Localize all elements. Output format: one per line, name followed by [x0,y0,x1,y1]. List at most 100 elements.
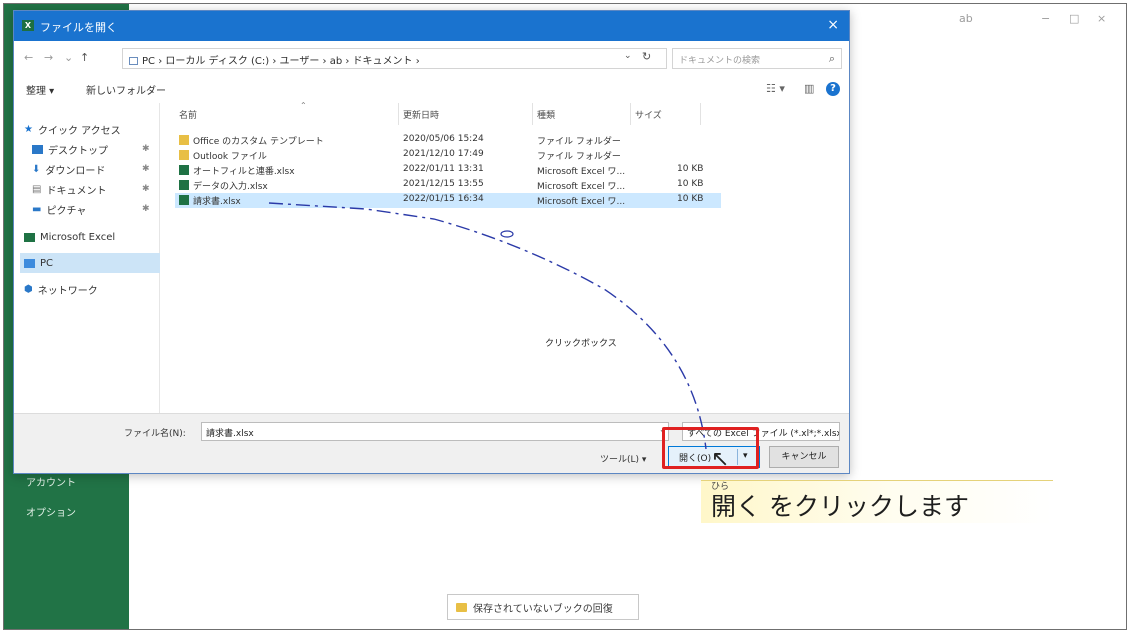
file-type: Microsoft Excel ワ... [537,182,626,192]
sidebar-item-pc[interactable]: PC [20,253,160,273]
filename-input[interactable]: 請求書.xlsx [201,422,669,441]
folder-icon [179,135,189,145]
file-name: オートフィルと連番.xlsx [193,167,295,177]
file-name: Outlook ファイル [193,152,267,162]
file-size: 10 KB [677,194,704,204]
minimize-icon[interactable]: − [1041,12,1050,25]
search-input[interactable]: ドキュメントの検索 ⌕ [672,48,842,69]
sidebar-item-label: デスクトップ [48,145,108,157]
cancel-button[interactable]: キャンセル [769,446,839,468]
sidebar-item-label: ピクチャ [46,205,87,217]
navigation-pane: ★ クイック アクセス デスクトップ ✱ ⬇ ダウンロード ✱ ▤ ドキュメント… [14,103,160,413]
address-dropdown-icon[interactable]: ⌄ [624,51,632,61]
sidebar-item-label: Microsoft Excel [40,231,116,243]
picture-icon: ▬ [32,203,42,215]
search-placeholder: ドキュメントの検索 [679,56,761,66]
column-header-size[interactable]: サイズ [631,103,701,125]
file-name: 請求書.xlsx [193,197,241,207]
preview-pane-icon[interactable]: ▥ [804,82,814,95]
sidebar-item-downloads[interactable]: ⬇ ダウンロード ✱ [20,159,160,179]
pin-icon: ✱ [142,144,150,154]
view-options-icon[interactable]: ☷ ▾ [766,82,785,95]
click-box-label: クリックボックス [545,339,617,349]
file-list: 名前 ⌃ 更新日時 種類 サイズ Office のカスタム テンプレート 202… [161,101,849,413]
file-name: データの入力.xlsx [193,182,268,192]
sidebar-item-quick-access[interactable]: ★ クイック アクセス [20,119,160,139]
folder-icon [456,602,467,612]
recent-dropdown-icon[interactable]: ⌄ [64,51,73,64]
sidebar-item-pictures[interactable]: ▬ ピクチャ ✱ [20,199,160,219]
excel-app-icon: X [22,20,34,31]
file-date: 2022/01/11 13:31 [403,164,484,174]
file-type: Microsoft Excel ワ... [537,167,626,177]
sidebar-item-label: ネットワーク [37,285,98,297]
network-icon: ⬢ [24,283,33,295]
file-date: 2021/12/15 13:55 [403,179,484,189]
pin-icon: ✱ [142,184,150,194]
excel-file-icon [179,165,189,175]
sidebar-item-documents[interactable]: ▤ ドキュメント ✱ [20,179,160,199]
recover-label: 保存されていないブックの回復 [473,603,613,615]
file-date: 2022/01/15 16:34 [403,194,484,204]
tools-button[interactable]: ツール(L) ▾ [600,452,646,465]
file-row[interactable]: Outlook ファイル 2021/12/10 17:49 ファイル フォルダー [175,148,721,163]
pc-icon [129,57,138,65]
file-date: 2020/05/06 15:24 [403,134,484,144]
sidebar-item-label: クイック アクセス [37,125,121,137]
excel-icon [24,232,35,242]
pin-icon: ✱ [142,164,150,174]
column-header-label: 名前 [179,111,198,121]
dialog-close-icon[interactable]: × [827,17,839,33]
file-row[interactable]: データの入力.xlsx 2021/12/15 13:55 Microsoft E… [175,178,721,193]
forward-icon[interactable]: → [44,51,53,64]
organize-button[interactable]: 整理 ▾ [26,82,54,97]
column-header-label: 更新日時 [403,111,440,121]
excel-file-icon [179,195,189,205]
file-type: Microsoft Excel ワ... [537,197,626,207]
menu-options[interactable]: オプション [26,504,76,519]
column-header-type[interactable]: 種類 [533,103,631,125]
recover-unsaved-button[interactable]: 保存されていないブックの回復 [447,594,639,620]
up-icon[interactable]: ↑ [80,51,89,64]
file-name: Office のカスタム テンプレート [193,137,324,147]
pc-icon [24,258,35,268]
sidebar-item-excel[interactable]: Microsoft Excel [20,227,160,247]
sidebar-item-network[interactable]: ⬢ ネットワーク [20,279,160,299]
file-date: 2021/12/10 17:49 [403,149,484,159]
file-row[interactable]: オートフィルと連番.xlsx 2022/01/11 13:31 Microsof… [175,163,721,178]
desktop-icon [32,144,43,154]
column-header-name[interactable]: 名前 ⌃ [175,101,399,125]
file-size: 10 KB [677,164,704,174]
back-icon[interactable]: ← [24,51,33,64]
excel-titlebar: ab − □ × [851,4,1126,34]
pin-icon: ✱ [142,204,150,214]
mouse-cursor-icon: ↖ [711,447,730,472]
user-name: ab [959,12,973,25]
close-icon[interactable]: × [1097,12,1106,25]
column-header-label: サイズ [635,111,662,121]
navigation-bar: ← → ⌄ ↑ PC › ローカル ディスク (C:) › ユーザー › ab … [14,41,849,75]
dialog-title: ファイルを開く [40,21,117,34]
screenshot-frame: アカウント オプション ab − □ × 保存されていないブックの回復 X ファ… [3,3,1127,630]
refresh-icon[interactable]: ↻ [642,50,651,63]
callout-text: 開く をクリックします [711,492,969,521]
filename-value: 請求書.xlsx [206,429,254,439]
address-bar[interactable]: PC › ローカル ディスク (C:) › ユーザー › ab › ドキュメント… [122,48,667,69]
file-type: ファイル フォルダー [537,152,621,162]
maximize-icon[interactable]: □ [1069,12,1079,25]
column-header-date[interactable]: 更新日時 [399,103,533,125]
star-icon: ★ [24,123,33,135]
command-bar: 整理 ▾ 新しいフォルダー ☷ ▾ ▥ ? [14,75,849,103]
file-size: 10 KB [677,179,704,189]
menu-account[interactable]: アカウント [26,474,76,489]
dialog-titlebar: X ファイルを開く × [14,11,849,41]
sidebar-item-label: PC [40,257,54,269]
new-folder-button[interactable]: 新しいフォルダー [86,82,166,97]
file-type: ファイル フォルダー [537,137,621,147]
file-row[interactable]: Office のカスタム テンプレート 2020/05/06 15:24 ファイ… [175,133,721,148]
file-row-selected[interactable]: 請求書.xlsx 2022/01/15 16:34 Microsoft Exce… [175,193,721,208]
sidebar-item-desktop[interactable]: デスクトップ ✱ [20,139,160,159]
column-header-label: 種類 [537,111,556,121]
help-icon[interactable]: ? [826,82,840,96]
instruction-callout: ひら 開く をクリックします [701,480,1053,523]
